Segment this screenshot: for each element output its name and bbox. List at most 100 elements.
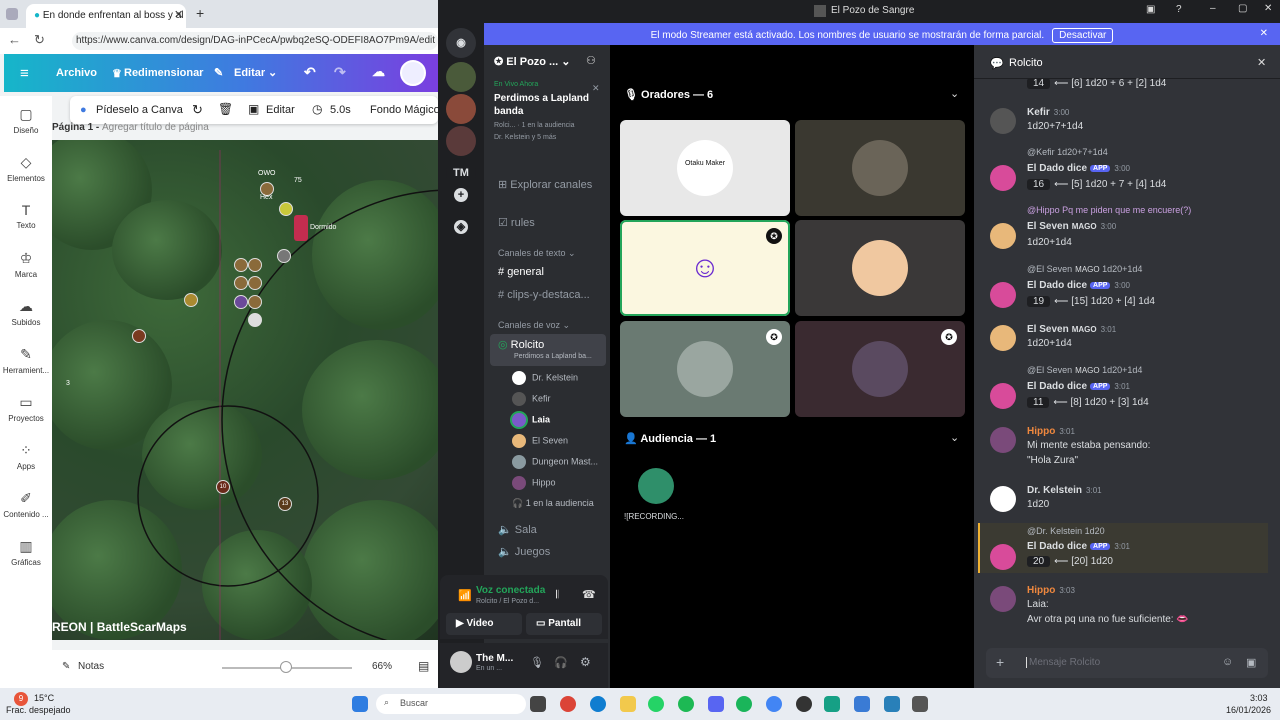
soundboard-icon[interactable]: 𝄃 (556, 589, 558, 602)
sidebar-item-design[interactable]: ▢ Diseño (0, 106, 52, 135)
discord-home-icon[interactable]: ◉ (446, 28, 476, 58)
add-server-icon[interactable]: + (454, 188, 468, 202)
clock-date[interactable]: 16/01/2026 (1226, 705, 1271, 715)
zoom-slider-handle[interactable] (280, 661, 292, 673)
trash-icon[interactable]: 🗑 (218, 102, 233, 116)
sidebar-item-elements[interactable]: ◇ Elementos (0, 154, 52, 183)
sidebar-item-apps[interactable]: ⁘ Apps (0, 442, 52, 471)
message-author[interactable]: El Dado dice APP 3:01 (1027, 541, 1130, 552)
screen-share-button[interactable]: ▭ Pantall (526, 613, 602, 635)
minimize-icon[interactable]: – (1210, 3, 1216, 14)
weather-temp[interactable]: 15°C (34, 693, 54, 703)
redo-icon[interactable]: ↷ (334, 64, 346, 81)
new-tab-icon[interactable]: + (196, 5, 204, 21)
voice-channel-sala[interactable]: 🔈 Sala (498, 523, 537, 536)
voice-location[interactable]: Rolcito / El Pozo d... (476, 598, 539, 605)
server-header[interactable]: ✪ El Pozo ... ⌄ (494, 55, 571, 68)
emoji-icon[interactable]: ☺ (1222, 656, 1233, 668)
reply-preview[interactable]: @El Seven (1027, 365, 1072, 375)
sidebar-item-tools[interactable]: ✎ Herramient... (0, 346, 52, 375)
speaker-tile[interactable] (795, 120, 965, 216)
notes-button[interactable]: Notas (78, 661, 104, 672)
message-author[interactable]: El Dado dice APP 3:01 (1027, 381, 1130, 392)
voice-user[interactable]: Dungeon Mast... (512, 455, 598, 469)
speaker-tile[interactable] (795, 220, 965, 316)
token[interactable] (248, 276, 262, 290)
edit-menu[interactable]: Editar (234, 67, 265, 79)
url-input[interactable]: https://www.canva.com/design/DAG-inPCecA… (72, 32, 438, 50)
ask-canva-button[interactable]: Pídeselo a Canva (96, 104, 183, 116)
avatar[interactable] (990, 165, 1016, 191)
token[interactable] (248, 313, 262, 327)
maximize-icon[interactable]: ▢ (1238, 3, 1247, 14)
undo-icon[interactable]: ↶ (304, 64, 316, 81)
message-author[interactable]: Hippo 3:01 (1027, 426, 1075, 437)
cloud-icon[interactable]: ☁ (372, 64, 385, 80)
menu-icon[interactable]: ≡ (20, 65, 29, 82)
voice-user[interactable]: Laia (512, 413, 550, 427)
channel-clips[interactable]: # clips-y-destaca... (498, 289, 590, 301)
discord-icon[interactable] (708, 696, 724, 712)
token[interactable] (132, 329, 146, 343)
token[interactable] (277, 249, 291, 263)
message-author[interactable]: Hippo 3:03 (1027, 585, 1075, 596)
sidebar-item-brand[interactable]: ♔ Marca (0, 250, 52, 279)
mic-icon[interactable]: 🎙 (530, 656, 544, 669)
headset-icon[interactable]: 🎧 (554, 656, 568, 669)
whatsapp-icon[interactable] (648, 696, 664, 712)
video-button[interactable]: ▶ Video (446, 613, 522, 635)
disconnect-icon[interactable]: ☎ (582, 588, 596, 601)
live-stage-card[interactable]: En Vivo Ahora Perdimos a Lapland banda R… (494, 81, 604, 163)
speaker-tile[interactable]: ✪ (795, 321, 965, 417)
gear-icon[interactable]: ⚙ (580, 655, 591, 669)
app-icon[interactable] (824, 696, 840, 712)
avatar[interactable] (638, 468, 674, 504)
avatar[interactable] (990, 544, 1016, 570)
message-author[interactable]: Dr. Kelstein 3:01 (1027, 485, 1102, 496)
avatar[interactable] (990, 427, 1016, 453)
token-10[interactable]: 10 (216, 480, 230, 494)
token-dormido[interactable] (294, 215, 308, 241)
channel-general[interactable]: # general (498, 266, 544, 278)
chrome-profile-icon[interactable] (736, 696, 752, 712)
speaker-tile-active[interactable]: ☺ ✪ (620, 220, 790, 316)
gif-icon[interactable]: ▣ (1246, 656, 1256, 669)
server-tm[interactable]: TM (446, 158, 476, 188)
chevron-down-icon[interactable]: ⌄ (268, 66, 277, 79)
search-box[interactable]: ⌕ Buscar (376, 694, 526, 714)
chrome-icon[interactable] (560, 696, 576, 712)
reload-icon[interactable]: ↻ (34, 32, 45, 48)
token[interactable] (248, 258, 262, 272)
clock-time[interactable]: 3:03 (1250, 693, 1268, 703)
collapse-audience-icon[interactable]: ⌄ (950, 431, 959, 444)
edit-image-button[interactable]: Editar (266, 104, 295, 116)
page-title-input[interactable]: Agregar título de página (102, 122, 209, 133)
avatar[interactable] (450, 651, 472, 673)
avatar[interactable] (990, 223, 1016, 249)
message-author[interactable]: El Dado dice APP 3:00 (1027, 280, 1130, 291)
message-author[interactable]: Kefir 3:00 (1027, 107, 1069, 118)
duration-button[interactable]: 5.0s (330, 104, 351, 116)
resize-button[interactable]: Redimensionar (124, 67, 203, 79)
deactivate-button[interactable]: Desactivar (1052, 28, 1114, 43)
sidebar-item-projects[interactable]: ▭ Proyectos (0, 394, 52, 423)
sidebar-item-content[interactable]: ✐ Contenido ... (0, 490, 52, 519)
close-tab-icon[interactable]: ✕ (174, 8, 183, 21)
text-channels-header[interactable]: Canales de texto ⌄ (498, 248, 576, 259)
speaker-tile[interactable]: ✪ (620, 321, 790, 417)
token[interactable] (184, 293, 198, 307)
avatar[interactable] (990, 586, 1016, 612)
reply-preview[interactable]: @Kefir 1d20+7+1d4 (1027, 147, 1108, 157)
add-attachment-icon[interactable]: + (996, 654, 1004, 670)
speaker-tile[interactable]: Otaku Maker (620, 120, 790, 216)
server-icon[interactable] (446, 94, 476, 124)
browser-tab[interactable]: ● En donde enfrentan al boss y al cr (26, 4, 186, 28)
avatar[interactable] (990, 486, 1016, 512)
voice-user[interactable]: Kefir (512, 392, 551, 406)
sidebar-item-uploads[interactable]: ☁ Subidos (0, 298, 52, 327)
add-member-icon[interactable]: ⚇ (586, 54, 596, 67)
chrome-profile-icon[interactable] (766, 696, 782, 712)
windows-start-icon[interactable] (352, 696, 368, 712)
voice-user[interactable]: Hippo (512, 476, 556, 490)
discover-icon[interactable]: ◈ (454, 220, 468, 234)
